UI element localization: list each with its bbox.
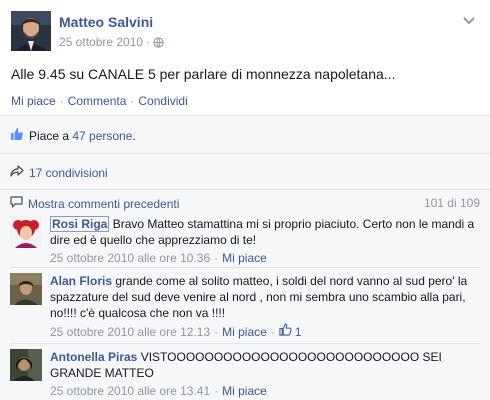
post-date[interactable]: 25 ottobre 2010 [59,35,143,49]
globe-icon[interactable] [153,37,164,51]
show-previous-comments-link[interactable]: Mostra commenti precedenti [28,197,179,211]
share-link[interactable]: Condividi [138,94,187,108]
shares-row: 17 condivisioni [0,154,490,190]
commenter-avatar[interactable] [10,349,42,381]
comment-time[interactable]: 25 ottobre 2010 alle ore 10.36 [50,250,210,266]
feedback-panel: Piace a 47 persone. 17 condivisioni Most… [0,115,490,400]
comment-like-count[interactable]: 1 [279,323,302,340]
thumbs-up-icon [279,323,295,340]
author-avatar[interactable] [11,11,51,51]
post-header: Matteo Salvini 25 ottobre 2010 · [11,11,490,55]
comment-like-link[interactable]: Mi piace [222,250,267,266]
post-actions: Mi piace · Commenta · Condividi [11,94,188,108]
facebook-post: Matteo Salvini 25 ottobre 2010 · Alle 9.4… [0,0,490,400]
comment-like-link[interactable]: Mi piace [222,383,267,399]
comment-bubble-icon [10,196,28,211]
post-message: Alle 9.45 su CANALE 5 per parlare di mon… [11,66,396,82]
comment-link[interactable]: Commenta [68,94,127,108]
comment-item: Antonella Piras VISTOOOOOOOOOOOOOOOOOOOO… [10,349,480,399]
comment-divider [10,343,480,344]
comment-item: Alan Floris grande come al solito matteo… [10,273,480,339]
comment-text: grande come al solito matteo, i soldi de… [50,274,468,320]
comment-time[interactable]: 25 ottobre 2010 alle ore 12.13 [50,324,210,340]
comment-text: Bravo Matteo stamattina mi si proprio pi… [50,217,475,247]
likes-suffix: . [132,128,136,143]
commenter-name[interactable]: Rosi Riga [50,216,110,232]
likes-count-link[interactable]: 47 persone [72,129,132,143]
comment-like-link[interactable]: Mi piace [222,324,267,340]
comment-time[interactable]: 25 ottobre 2010 alle ore 13.41 [50,383,210,399]
likes-row: Piace a 47 persone. [0,116,490,154]
commenter-avatar[interactable] [10,273,42,305]
author-name[interactable]: Matteo Salvini [59,14,153,30]
chevron-down-icon[interactable] [462,15,476,25]
commenter-name[interactable]: Alan Floris [50,274,112,288]
comment-like-number: 1 [294,324,302,339]
post-meta: 25 ottobre 2010 · [59,35,164,51]
share-arrow-icon [10,165,29,180]
commenter-avatar[interactable] [10,216,42,248]
shares-link[interactable]: 17 condivisioni [29,166,108,180]
commenter-name[interactable]: Antonella Piras [50,350,137,364]
thumbs-up-icon [10,127,29,144]
comments-count: 101 di 109 [423,196,480,210]
likes-prefix: Piace a [29,128,73,143]
like-link[interactable]: Mi piace [11,94,56,108]
comment-item: Rosi Riga Bravo Matteo stamattina mi si … [10,216,480,265]
comment-divider [10,267,480,268]
previous-comments-row: Mostra commenti precedenti 101 di 109 [0,190,490,214]
